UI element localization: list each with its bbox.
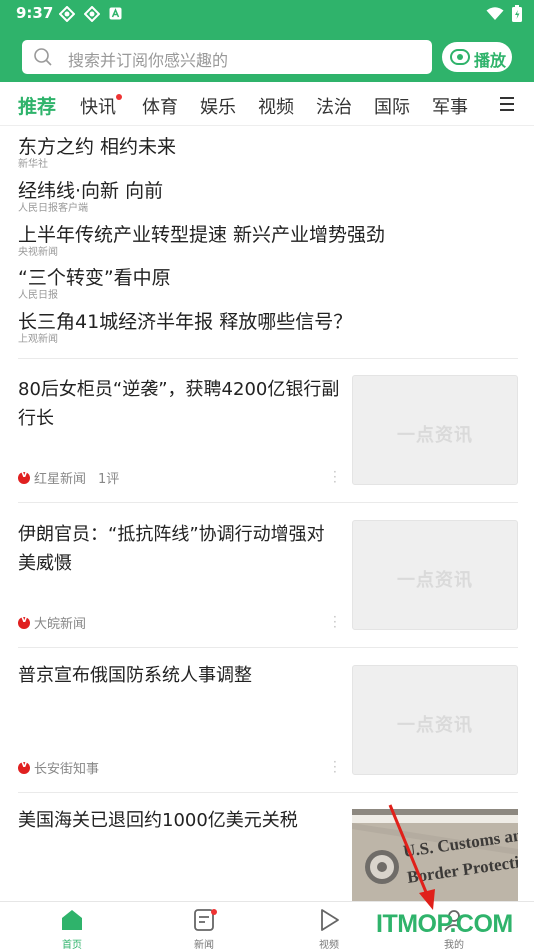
divider bbox=[18, 502, 518, 503]
status-time: 9:37 bbox=[16, 4, 54, 22]
more-options-icon[interactable]: · · · bbox=[333, 611, 337, 633]
nav-news-label: 新闻 bbox=[194, 940, 214, 950]
search-placeholder: 搜索并订阅你感兴趣的 bbox=[68, 51, 229, 70]
article-photo[interactable]: U.S. Customs and Border Protection bbox=[352, 809, 518, 901]
nav-news[interactable]: 新闻 bbox=[174, 908, 234, 950]
customs-building-photo: U.S. Customs and Border Protection bbox=[352, 809, 518, 901]
source-verified-icon bbox=[18, 614, 30, 629]
nav-badge-dot bbox=[211, 909, 217, 915]
thumbnail-placeholder-text: 一点资讯 bbox=[397, 570, 473, 591]
notification-app-icon-2 bbox=[84, 6, 100, 22]
nav-home-label: 首页 bbox=[62, 940, 82, 950]
divider bbox=[18, 647, 518, 648]
notification-app-icon bbox=[59, 6, 75, 22]
article-source: 长安街知事 bbox=[34, 762, 100, 777]
broadcast-icon bbox=[450, 49, 470, 65]
nav-home[interactable]: 首页 bbox=[42, 908, 102, 950]
article-title: 80后女柜员“逆袭”，获聘4200亿银行副行长 bbox=[18, 379, 340, 429]
tab-badge-dot bbox=[116, 94, 122, 100]
headline-title: 上半年传统产业转型提速 新兴产业增势强劲 bbox=[18, 224, 386, 246]
thumbnail-placeholder-text: 一点资讯 bbox=[397, 425, 473, 446]
tab-recommend[interactable]: 推荐 bbox=[18, 92, 56, 119]
headline-title: “三个转变”看中原 bbox=[18, 267, 171, 289]
article-comments: 1评 bbox=[98, 472, 120, 487]
site-watermark: ITMOP.COM bbox=[376, 910, 513, 938]
channel-tabs: 推荐 快讯 体育 娱乐 视频 法治 国际 军事 bbox=[0, 82, 534, 126]
status-bar: 9:37 bbox=[0, 0, 534, 28]
headline-title: 经纬线·向新 向前 bbox=[18, 180, 164, 202]
tab-military[interactable]: 军事 bbox=[432, 93, 468, 119]
article-title: 普京宣布俄国防系统人事调整 bbox=[18, 665, 252, 686]
channel-menu-icon[interactable] bbox=[500, 97, 514, 115]
more-options-icon[interactable]: · · · bbox=[333, 756, 337, 778]
battery-icon bbox=[512, 5, 522, 22]
tab-news-flash[interactable]: 快讯 bbox=[80, 93, 122, 119]
article-meta: 红星新闻 1评 bbox=[18, 468, 119, 487]
play-video-icon bbox=[321, 909, 339, 931]
thumbnail-placeholder-text: 一点资讯 bbox=[397, 715, 473, 736]
article-source: 红星新闻 bbox=[34, 472, 87, 487]
notification-a-icon bbox=[109, 7, 122, 20]
play-label: 播放 bbox=[474, 51, 507, 70]
article-thumbnail[interactable]: 一点资讯 bbox=[352, 375, 518, 485]
play-button[interactable]: 播放 bbox=[442, 42, 512, 72]
headline-title: 长三角41城经济半年报 释放哪些信号？ bbox=[18, 311, 353, 333]
search-input[interactable]: 搜索并订阅你感兴趣的 bbox=[22, 40, 432, 74]
headline-source: 上观新闻 bbox=[18, 334, 58, 345]
headline-title: 东方之约 相约未来 bbox=[18, 136, 177, 158]
article-title: 伊朗官员：“抵抗阵线”协调行动增强对美威慑 bbox=[18, 524, 325, 574]
tab-entertainment[interactable]: 娱乐 bbox=[200, 93, 236, 119]
tab-video[interactable]: 视频 bbox=[258, 93, 294, 119]
headline-item[interactable]: 东方之约 相约未来 新华社 bbox=[18, 136, 176, 171]
article-title: 美国海关已退回约1000亿美元关税 bbox=[18, 810, 298, 831]
divider bbox=[18, 358, 518, 359]
tab-law[interactable]: 法治 bbox=[316, 93, 352, 119]
article-meta: 长安街知事 bbox=[18, 758, 99, 777]
headline-source: 人民日报客户端 bbox=[18, 203, 88, 214]
tab-international[interactable]: 国际 bbox=[374, 93, 410, 119]
app-header: 9:37 搜索并订阅你感兴趣的 播放 bbox=[0, 0, 534, 82]
more-options-icon[interactable]: · · · bbox=[333, 466, 337, 488]
headline-item[interactable]: 长三角41城经济半年报 释放哪些信号？ 上观新闻 bbox=[18, 311, 352, 346]
headline-item[interactable]: 上半年传统产业转型提速 新兴产业增势强劲 央视新闻 bbox=[18, 224, 385, 259]
article-thumbnail[interactable]: 一点资讯 bbox=[352, 520, 518, 630]
article-meta: 大皖新闻 bbox=[18, 613, 86, 632]
headline-item[interactable]: 经纬线·向新 向前 人民日报客户端 bbox=[18, 180, 163, 215]
search-icon bbox=[34, 48, 52, 66]
headline-source: 新华社 bbox=[18, 159, 48, 170]
tab-sports[interactable]: 体育 bbox=[142, 93, 178, 119]
article-source: 大皖新闻 bbox=[34, 617, 87, 632]
tab-news-flash-label: 快讯 bbox=[80, 97, 116, 118]
nav-video-label: 视频 bbox=[319, 940, 339, 950]
headline-source: 人民日报 bbox=[18, 290, 58, 301]
source-verified-icon bbox=[18, 759, 30, 774]
nav-video[interactable]: 视频 bbox=[299, 908, 359, 950]
wifi-icon bbox=[486, 6, 504, 20]
source-verified-icon bbox=[18, 469, 30, 484]
divider bbox=[18, 792, 518, 793]
home-icon bbox=[62, 910, 82, 930]
article-thumbnail[interactable]: 一点资讯 bbox=[352, 665, 518, 775]
headline-item[interactable]: “三个转变”看中原 人民日报 bbox=[18, 267, 171, 302]
headline-source: 央视新闻 bbox=[18, 247, 58, 258]
